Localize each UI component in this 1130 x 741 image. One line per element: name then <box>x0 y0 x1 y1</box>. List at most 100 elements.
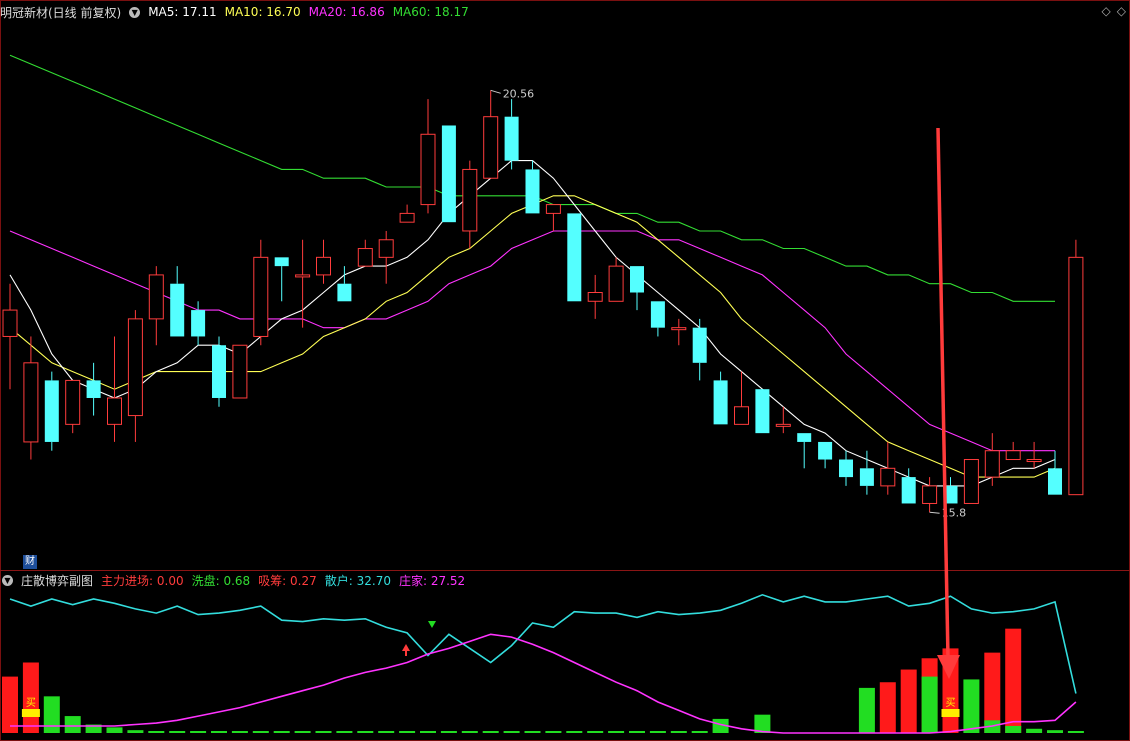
green-volume-bar <box>190 731 207 733</box>
candle-body-up <box>734 406 749 425</box>
candle-body-down <box>44 380 59 442</box>
candle-body-up <box>483 116 499 179</box>
green-volume-bar <box>524 731 541 733</box>
green-volume-bar <box>503 731 520 733</box>
stock-name[interactable]: 明冠新材(日线 前复权) <box>0 4 121 21</box>
candle-body-down <box>441 125 456 223</box>
green-volume-bar <box>357 731 374 733</box>
candle-body-up <box>127 318 143 417</box>
green-volume-bar <box>273 731 290 733</box>
buy-marker <box>21 709 40 717</box>
candle-body-up <box>963 459 979 504</box>
candle-body-up <box>2 309 18 337</box>
green-volume-bar <box>1047 730 1063 733</box>
high-label-leader <box>490 89 501 94</box>
green-volume-bar <box>1005 725 1022 733</box>
buy-signal-label: 买 <box>26 697 36 709</box>
green-volume-bar <box>106 727 123 733</box>
candle-body-down <box>504 116 519 161</box>
candle-body-down <box>86 380 101 398</box>
candle-body-up <box>587 292 603 302</box>
dealer-readout: 庄家: 27.52 <box>398 573 466 588</box>
candle-body-down <box>170 283 185 337</box>
chart-frame: 20.56 15.8 买买 明冠新材(日线 前复权) ▼ MA5: 17.11 MA… <box>0 0 1130 741</box>
candle-body-up <box>107 397 122 425</box>
buy-marker <box>941 709 960 717</box>
chart-corner-controls: ◇ ◇ <box>1096 4 1126 18</box>
green-volume-bar <box>127 730 144 733</box>
candle-body-down <box>630 266 644 293</box>
retail-readout: 散户: 32.70 <box>324 573 391 588</box>
ma5-readout: MA5: 17.11 <box>148 5 217 19</box>
red-volume-bar <box>900 669 917 733</box>
candle-body-down <box>567 213 582 302</box>
candle-body-down <box>212 345 226 398</box>
candle-body-down <box>818 441 833 460</box>
green-volume-bar <box>963 679 980 733</box>
candle-body-up <box>316 256 331 276</box>
main-chart-header: 明冠新材(日线 前复权) ▼ MA5: 17.11 MA10: 16.70 MA… <box>0 3 477 21</box>
ma20-readout: MA20: 16.86 <box>308 5 385 19</box>
red-volume-bar <box>2 676 18 733</box>
green-volume-bar <box>608 731 625 733</box>
indicator-toggle-icon[interactable]: ▼ <box>129 6 141 18</box>
green-volume-bar <box>587 731 604 733</box>
candle-body-up <box>1026 459 1042 463</box>
washout-readout: 洗盘: 0.68 <box>191 573 251 588</box>
green-volume-bar <box>670 731 687 733</box>
green-volume-bar <box>378 731 395 733</box>
green-volume-bar <box>482 731 499 733</box>
green-volume-bar <box>169 731 186 733</box>
green-volume-bar <box>1067 731 1084 733</box>
candle-body-up <box>775 423 791 427</box>
diamond-icon[interactable]: ◇ <box>1102 4 1111 18</box>
candle-body-down <box>274 257 289 267</box>
low-label-leader <box>929 511 940 514</box>
candle-body-up <box>399 212 415 223</box>
candle-body-down <box>797 433 812 442</box>
candle-body-up <box>671 327 687 331</box>
finance-badge[interactable]: 财 <box>23 555 37 569</box>
green-volume-bar <box>629 731 645 733</box>
scroll-icon[interactable]: ◇ <box>1117 4 1126 18</box>
candle-body-down <box>1048 468 1062 495</box>
candle-body-up <box>295 274 311 278</box>
green-volume-bar <box>691 731 708 733</box>
candle-body-down <box>901 477 916 504</box>
high-price-label: 20.56 <box>503 87 535 100</box>
green-volume-bar <box>231 731 248 733</box>
red-up-arrow <box>402 644 410 651</box>
green-volume-bar <box>315 731 332 733</box>
sub-indicator-toggle-icon[interactable]: ▼ <box>2 574 13 586</box>
candle-body-down <box>839 459 853 478</box>
green-volume-bar <box>211 731 227 733</box>
green-volume-bar <box>566 731 583 733</box>
green-volume-bar <box>64 716 81 733</box>
candle-body-up <box>922 485 938 504</box>
sub-chart-title[interactable]: 庄散博弈副图 <box>21 572 93 589</box>
red-volume-bar <box>1005 628 1022 733</box>
candle-body-up <box>462 168 478 232</box>
candle-body-up <box>148 274 164 320</box>
candle-body-down <box>525 169 540 214</box>
main-inflow-readout: 主力进场: 0.00 <box>101 573 184 588</box>
ma10-line <box>9 195 1056 478</box>
candle-body-down <box>755 389 770 434</box>
candle-body-down <box>859 468 874 486</box>
green-volume-bar <box>1026 728 1043 733</box>
candle-body-down <box>650 301 665 328</box>
candle-body-up <box>1005 450 1021 461</box>
candle-body-up <box>253 256 269 337</box>
candle-body-up <box>545 204 561 214</box>
green-volume-bar <box>148 731 165 733</box>
outer-border <box>0 0 1130 741</box>
green-volume-bar <box>336 731 353 733</box>
ma10-readout: MA10: 16.70 <box>224 5 301 19</box>
candle-body-up <box>378 239 394 258</box>
green-volume-bar <box>440 731 457 733</box>
green-volume-bar <box>294 731 311 733</box>
green-volume-bar <box>649 731 666 733</box>
candle-body-up <box>1068 256 1084 496</box>
absorb-readout: 吸筹: 0.27 <box>258 573 317 588</box>
green-down-triangle <box>428 621 436 628</box>
